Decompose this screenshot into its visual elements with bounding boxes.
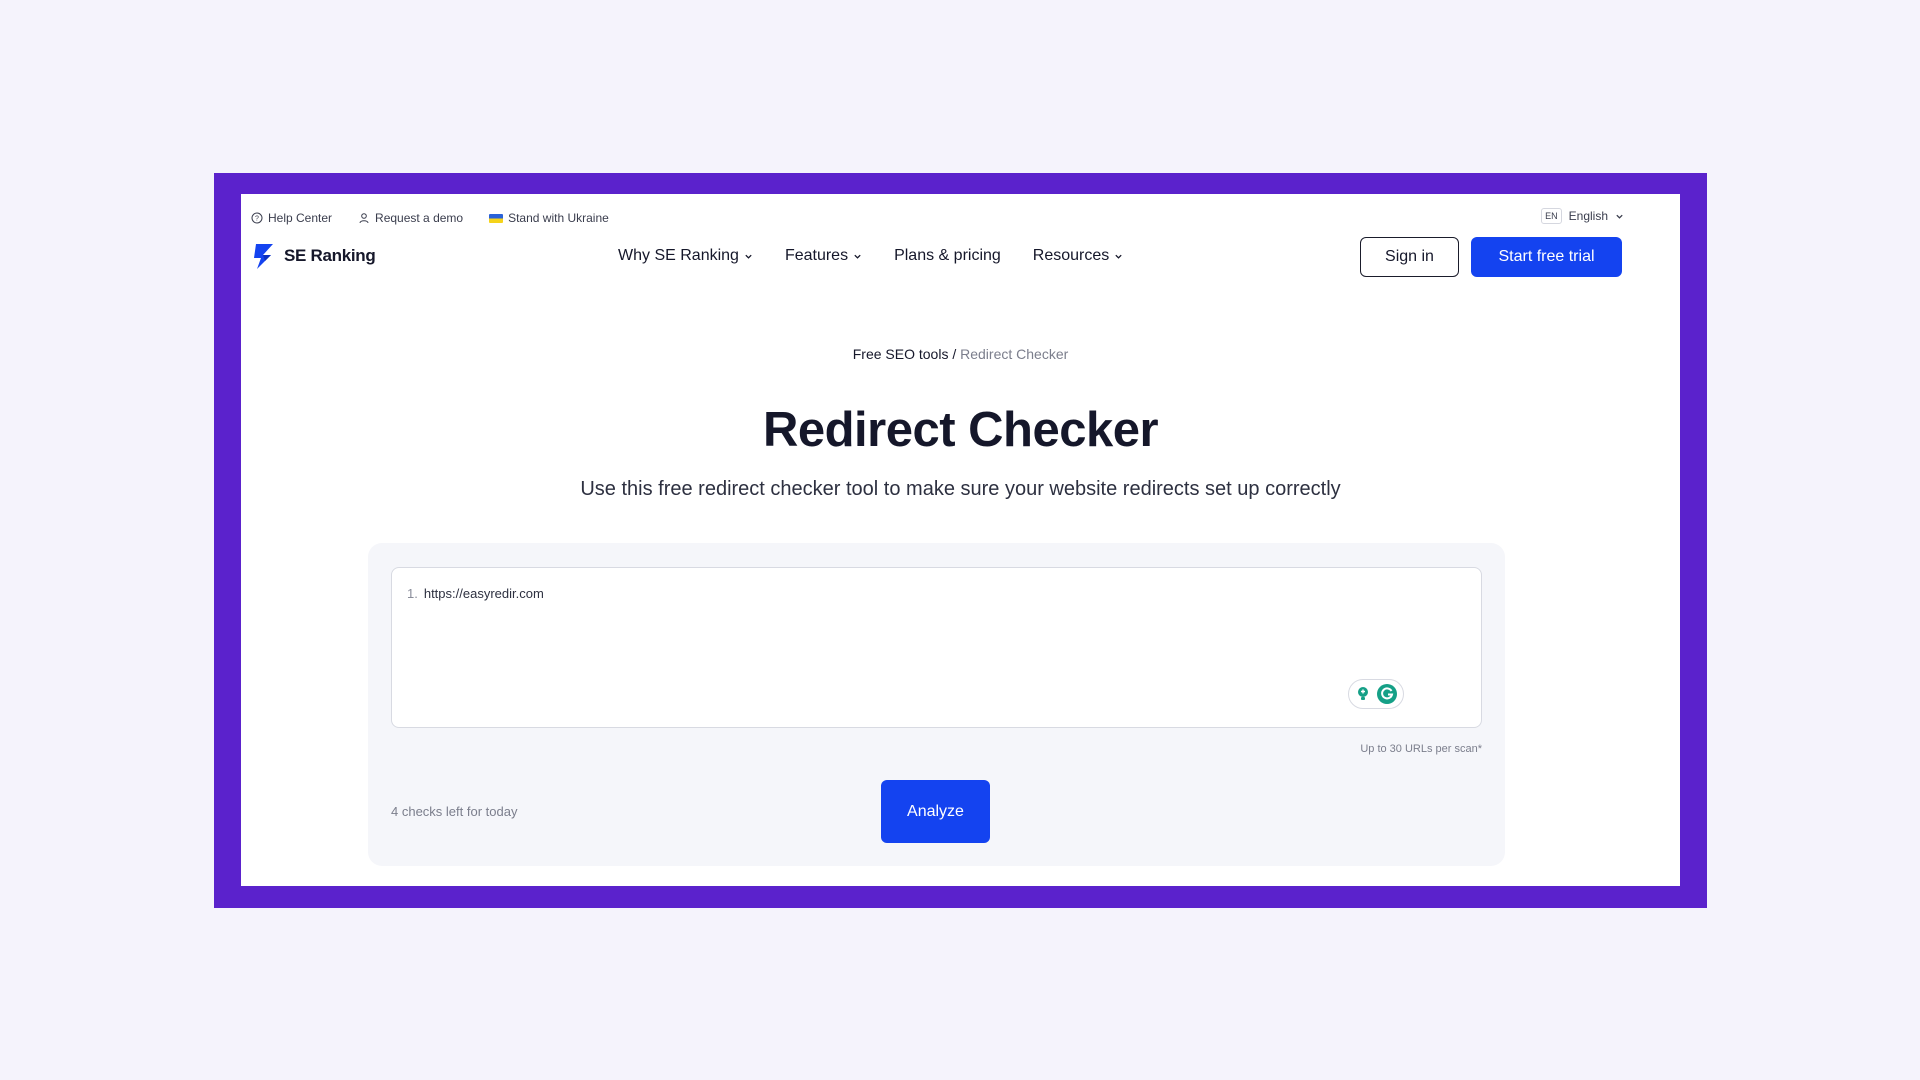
nav-label: Plans & pricing xyxy=(894,247,1001,264)
help-center-link[interactable]: ? Help Center xyxy=(251,211,332,225)
screenshot-frame: ? Help Center Request a demo Stand with … xyxy=(214,173,1707,908)
chevron-down-icon xyxy=(1115,254,1122,259)
redirect-checker-card: 1. https://easyredir.com Up to 30 URLs p… xyxy=(368,543,1505,866)
page-title: Redirect Checker xyxy=(762,403,1159,457)
utility-bar: ? Help Center Request a demo Stand with … xyxy=(251,208,1680,228)
se-ranking-logo[interactable]: SE Ranking xyxy=(251,242,376,270)
chevron-down-icon xyxy=(745,254,752,259)
nav-plans-pricing[interactable]: Plans & pricing xyxy=(894,247,1001,265)
help-circle-icon: ? xyxy=(251,212,263,224)
breadcrumb-current: Redirect Checker xyxy=(960,346,1069,362)
nav-why-se-ranking[interactable]: Why SE Ranking xyxy=(618,247,753,265)
grammarly-widget[interactable] xyxy=(1348,679,1404,709)
start-free-trial-button[interactable]: Start free trial xyxy=(1471,237,1622,277)
chevron-down-icon xyxy=(1616,214,1623,219)
breadcrumb-free-seo-tools[interactable]: Free SEO tools xyxy=(853,346,949,362)
nav-features[interactable]: Features xyxy=(785,247,862,265)
nav-resources[interactable]: Resources xyxy=(1033,247,1123,265)
help-center-label: Help Center xyxy=(268,211,333,225)
web-page: ? Help Center Request a demo Stand with … xyxy=(241,194,1680,886)
nav-label: Why SE Ranking xyxy=(618,247,739,264)
language-code-badge: EN xyxy=(1541,208,1562,224)
logo-text: SE Ranking xyxy=(284,246,376,265)
url-text: https://easyredir.com xyxy=(423,586,544,601)
url-line: 1. https://easyredir.com xyxy=(407,586,544,601)
nav-label: Resources xyxy=(1032,247,1110,264)
request-demo-link[interactable]: Request a demo xyxy=(358,211,463,225)
user-icon xyxy=(359,213,369,224)
page-subtitle: Use this free redirect checker tool to m… xyxy=(580,478,1341,500)
breadcrumb-separator: / xyxy=(948,346,961,362)
ukraine-flag-icon xyxy=(489,213,504,223)
analyze-button[interactable]: Analyze xyxy=(881,780,990,843)
svg-text:?: ? xyxy=(255,216,259,223)
stand-with-ukraine-link[interactable]: Stand with Ukraine xyxy=(489,211,609,225)
sign-in-button[interactable]: Sign in xyxy=(1360,237,1459,277)
se-ranking-logo-icon xyxy=(254,244,273,269)
language-selector[interactable]: EN English xyxy=(1541,208,1624,224)
url-limit-hint: Up to 30 URLs per scan* xyxy=(1360,743,1482,755)
breadcrumb: Free SEO tools / Redirect Checker xyxy=(241,346,1680,362)
checks-left-text: 4 checks left for today xyxy=(391,804,518,819)
chevron-down-icon xyxy=(854,254,861,259)
grammarly-g-icon xyxy=(1377,684,1397,704)
main-nav: Why SE Ranking Features Plans & pricing … xyxy=(618,247,1123,265)
stand-with-ukraine-label: Stand with Ukraine xyxy=(508,211,609,225)
nav-label: Features xyxy=(784,247,849,264)
lightbulb-icon xyxy=(1358,687,1368,700)
language-label: English xyxy=(1568,209,1608,223)
url-input-area[interactable]: 1. https://easyredir.com xyxy=(391,567,1482,728)
line-number: 1. xyxy=(407,586,418,601)
request-demo-label: Request a demo xyxy=(375,211,464,225)
